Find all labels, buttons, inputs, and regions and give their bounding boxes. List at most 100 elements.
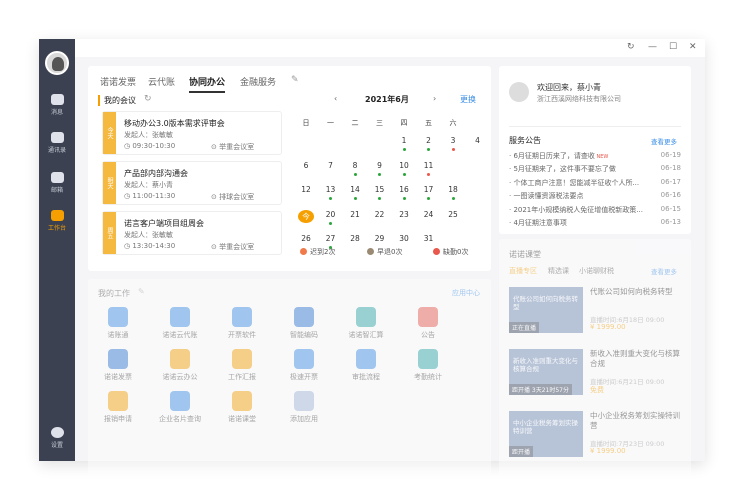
divider (509, 126, 681, 127)
app-tile[interactable]: 诺诺智汇算 (341, 307, 391, 340)
calendar-day[interactable]: 7 (323, 161, 339, 170)
calendar-day[interactable]: 6 (298, 161, 314, 170)
announce-item[interactable]: · 2021年小规模纳税人免征增值税新政策... 06-15 (509, 205, 681, 215)
app-center-link[interactable]: 应用中心 (452, 288, 480, 298)
app-label: 考勤统计 (414, 373, 442, 381)
app-icon (356, 349, 376, 369)
user-avatar[interactable] (45, 51, 69, 75)
maximize-icon[interactable]: ☐ (669, 42, 677, 52)
tab-selected[interactable]: 精选课 (548, 266, 569, 276)
tab-tax-talk[interactable]: 小诺聊财税 (579, 266, 614, 276)
announce-item[interactable]: · 6月征期日历来了，请查收 NEW 06-19 (509, 151, 681, 161)
calendar-day[interactable]: 26 (298, 234, 314, 243)
calendar-day[interactable]: 29 (372, 234, 388, 243)
refresh-icon[interactable]: ↻ (144, 94, 152, 104)
attendance-dot (402, 148, 406, 151)
calendar-day[interactable]: 2 (421, 136, 437, 145)
app-tile[interactable]: 诺诺发票 (93, 349, 143, 382)
announce-item[interactable]: · 5月征期来了，这件事不要忘了做 06-18 (509, 164, 681, 174)
course-item[interactable]: 新收入准则重大变化与核算合规 距开播 3天21时57分 新收入准则重大变化与核算合规… (509, 349, 681, 395)
meeting-item[interactable]: 周五 诺言客户端项目组周会 发起人：张敏敏 ◷ 13:30-14:30 ⊙ 举重… (102, 211, 282, 255)
change-button[interactable]: 更换 (460, 94, 476, 105)
minimize-icon[interactable]: — (648, 42, 657, 52)
announce-item[interactable]: · 个体工商户注意！您能减半征收个人所... 06-17 (509, 178, 681, 188)
announce-more-link[interactable]: 查看更多 (651, 136, 677, 146)
refresh-icon[interactable]: ↻ (627, 42, 635, 52)
late-icon (300, 248, 307, 255)
app-tile[interactable]: 智能编码 (279, 307, 329, 340)
app-tile[interactable]: 工作汇报 (217, 349, 267, 382)
app-tile[interactable]: 诺诺云代账 (155, 307, 205, 340)
calendar-day[interactable]: 1 (396, 136, 412, 145)
nav-mail[interactable]: 邮箱 (39, 172, 75, 194)
calendar-day[interactable]: 13 (323, 185, 339, 194)
nav-settings[interactable]: 设置 (39, 427, 75, 449)
calendar-day[interactable]: 9 (372, 161, 388, 170)
close-icon[interactable]: ✕ (689, 42, 697, 52)
nav-workbench[interactable]: 工作台 (39, 210, 75, 232)
app-icon (108, 391, 128, 411)
tab-cloud-accounting[interactable]: 云代账 (148, 75, 175, 88)
app-tile[interactable]: 审批流程 (341, 349, 391, 382)
meeting-item[interactable]: 今天 移动办公3.0版本需求评审会 发起人：张敏敏 ◷ 09:30-10:30 … (102, 111, 282, 155)
calendar-day[interactable]: 8 (347, 161, 363, 170)
class-more-link[interactable]: 查看更多 (651, 266, 677, 276)
attendance-dot (353, 172, 357, 176)
app-tile[interactable]: 诺账通 (93, 307, 143, 340)
edit-icon[interactable]: ✎ (291, 75, 299, 85)
tab-live[interactable]: 直播专区 (509, 266, 537, 276)
app-tile[interactable]: 添加应用 (279, 391, 329, 424)
calendar-day[interactable]: 20 (323, 210, 339, 219)
tab-finance[interactable]: 金融服务 (240, 75, 276, 88)
app-label: 公告 (421, 331, 435, 339)
attendance-dot (451, 197, 455, 200)
calendar-day[interactable]: 12 (298, 185, 314, 194)
nav-contacts[interactable]: 通讯录 (39, 132, 75, 154)
tab-collaboration[interactable]: 协同办公 (189, 75, 226, 93)
nav-messages[interactable]: 消息 (39, 94, 75, 116)
tab-nuonuo-invoice[interactable]: 诺诺发票 (100, 75, 136, 88)
app-tile[interactable]: 企业名片查询 (155, 391, 205, 424)
calendar-day[interactable]: 4 (470, 136, 486, 145)
calendar-day[interactable]: 30 (396, 234, 412, 243)
app-icon (170, 307, 190, 327)
chat-icon (50, 94, 64, 105)
calendar-day[interactable]: 16 (396, 185, 412, 194)
prev-month-icon[interactable]: ‹ (334, 94, 337, 103)
announce-item[interactable]: · 4月征期注意事项 06-13 (509, 218, 681, 228)
app-tile[interactable]: 开票软件 (217, 307, 267, 340)
calendar-day[interactable]: 14 (347, 185, 363, 194)
app-tile[interactable]: 报销申请 (93, 391, 143, 424)
calendar-day[interactable]: 18 (445, 185, 461, 194)
next-month-icon[interactable]: › (433, 94, 436, 103)
app-label: 智能编码 (290, 331, 318, 339)
app-label: 诺账通 (107, 331, 129, 339)
meeting-item[interactable]: 明天 产品部内部沟通会 发起人：蔡小青 ◷ 11:00-11:30 ⊙ 排球会议… (102, 161, 282, 205)
edit-icon[interactable]: ✎ (138, 287, 145, 296)
calendar-day[interactable]: 10 (396, 161, 412, 170)
app-tile[interactable]: 公告 (403, 307, 453, 340)
app-label: 报销申请 (104, 415, 132, 423)
calendar-day[interactable]: 21 (347, 210, 363, 219)
app-tile[interactable]: 诺诺云办公 (155, 349, 205, 382)
announce-item[interactable]: · 一图读懂资源税法要点 06-16 (509, 191, 681, 201)
calendar-day[interactable]: 28 (347, 234, 363, 243)
course-item[interactable]: 代账公司如何向税务转型 正在直播 代账公司如何向税务转型 直播时间:6月18日 09:… (509, 287, 681, 333)
announce-text: · 5月征期来了，这件事不要忘了做 (509, 165, 616, 174)
calendar-day[interactable]: 17 (421, 185, 437, 194)
app-tile[interactable]: 极速开票 (279, 349, 329, 382)
app-tile[interactable]: 诺诺课堂 (217, 391, 267, 424)
calendar-day[interactable]: 今 (298, 209, 314, 223)
calendar-day[interactable]: 25 (445, 210, 461, 219)
calendar-day[interactable]: 22 (372, 210, 388, 219)
calendar-day[interactable]: 11 (421, 161, 437, 170)
calendar-day[interactable]: 27 (323, 234, 339, 243)
app-tile[interactable]: 考勤统计 (403, 349, 453, 382)
calendar-day[interactable]: 15 (372, 185, 388, 194)
attendance-dot (329, 221, 332, 225)
calendar-day[interactable]: 24 (421, 210, 437, 219)
calendar-day[interactable]: 3 (445, 136, 461, 145)
calendar-day[interactable]: 23 (396, 210, 412, 219)
calendar-day[interactable]: 31 (421, 234, 437, 243)
course-item[interactable]: 中小企业税务筹划实操特训营 距开播 中小企业税务筹划实操特训营 直播时间:7月23日 … (509, 411, 681, 457)
